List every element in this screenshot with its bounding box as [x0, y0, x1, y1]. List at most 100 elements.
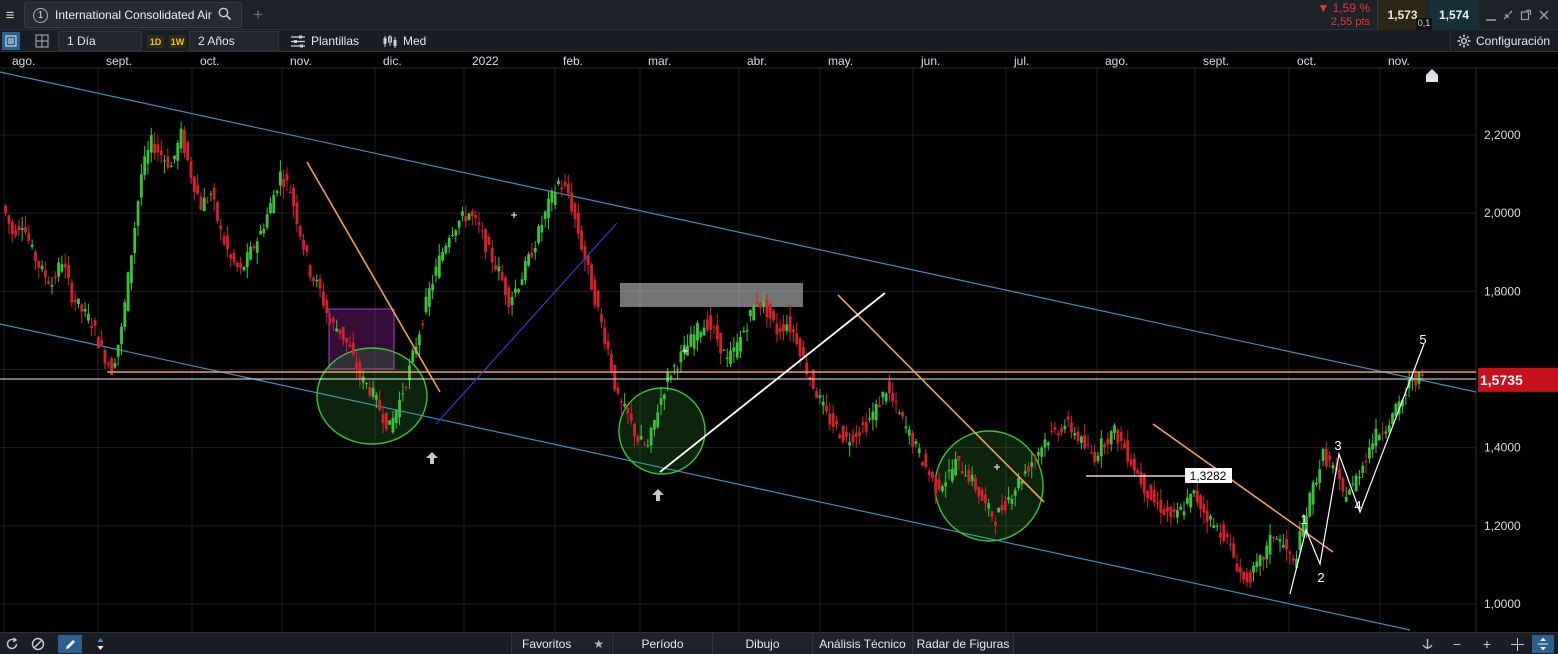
- candle-body: [1209, 516, 1212, 520]
- candle-body: [1384, 431, 1388, 434]
- minimize-icon[interactable]: [1483, 7, 1499, 23]
- buy-price-button[interactable]: 1,574: [1429, 0, 1479, 30]
- candle-body: [613, 365, 617, 390]
- x-tick-label: jun.: [920, 54, 940, 68]
- instrument-tab[interactable]: 1 International Consolidated Air: [24, 2, 242, 28]
- zoom-in-icon[interactable]: +: [1476, 635, 1498, 653]
- price-chart[interactable]: ago. sept. oct. nov. dic. 2022 feb. mar. abr. may…: [0, 52, 1558, 632]
- wave-label: 4: [1354, 498, 1361, 513]
- x-tick-label: mar.: [648, 54, 671, 68]
- candle-body: [993, 521, 997, 526]
- candle-body: [1013, 490, 1017, 496]
- technical-analysis-tab[interactable]: Análisis Técnico: [812, 633, 912, 654]
- popout-icon[interactable]: [1518, 7, 1534, 23]
- candle-body: [96, 336, 100, 349]
- candle-body: [722, 349, 726, 351]
- x-tick-label: sept.: [106, 54, 132, 68]
- zoom-out-icon[interactable]: −: [1446, 635, 1468, 653]
- candle-body: [398, 399, 401, 418]
- pattern-radar-tab[interactable]: Radar de Figuras: [912, 633, 1014, 654]
- candle-body: [911, 433, 915, 447]
- candle-body: [782, 324, 785, 332]
- candle-body: [1232, 543, 1236, 558]
- candle-body: [841, 426, 845, 442]
- pencil-icon[interactable]: [58, 635, 82, 653]
- range-select[interactable]: 2 Años: [189, 31, 279, 51]
- quick-interval-1w[interactable]: 1W: [169, 35, 186, 48]
- candle-body: [1311, 482, 1315, 505]
- candle-body: [1411, 380, 1414, 382]
- refresh-icon[interactable]: [2, 635, 22, 653]
- candle-body: [1080, 436, 1083, 443]
- list-view-icon[interactable]: [2, 32, 20, 50]
- candle-body: [404, 387, 408, 389]
- candle-body: [1268, 534, 1272, 555]
- close-icon[interactable]: [1536, 7, 1552, 23]
- search-icon[interactable]: [218, 7, 232, 24]
- candle-body: [113, 362, 117, 368]
- candle-body: [219, 225, 223, 230]
- interval-select[interactable]: 1 Día: [58, 31, 142, 51]
- x-tick-label: 2022: [472, 54, 499, 68]
- candle-body: [249, 246, 252, 260]
- settings-button[interactable]: Configuración: [1450, 31, 1558, 51]
- candle-body: [676, 369, 679, 371]
- chart-canvas[interactable]: ago. sept. oct. nov. dic. 2022 feb. mar. abr. may…: [0, 52, 1558, 632]
- candle-body: [239, 262, 243, 268]
- candle-body: [1381, 432, 1385, 434]
- candle-body: [1179, 506, 1183, 510]
- candle-body: [858, 432, 862, 436]
- magnet-arrows-icon[interactable]: [88, 635, 112, 653]
- candle-body: [1152, 490, 1156, 503]
- candle-body: [1123, 443, 1126, 449]
- candle-body: [40, 265, 44, 270]
- wave-label: 2: [1317, 570, 1324, 585]
- candle-body: [1053, 427, 1057, 430]
- candle-body: [1285, 538, 1289, 550]
- favorites-label: Favoritos: [522, 637, 572, 651]
- candle-body: [83, 308, 87, 312]
- candle-body: [1056, 433, 1060, 436]
- candle-body: [262, 228, 266, 234]
- candle-body: [179, 128, 183, 149]
- candle-body: [315, 279, 319, 282]
- collapse-icon[interactable]: [1500, 7, 1516, 23]
- candle-body: [437, 255, 441, 278]
- candle-body: [573, 203, 577, 220]
- candle-body: [1281, 544, 1285, 548]
- candle-body: [848, 442, 852, 446]
- candle-body: [318, 278, 322, 289]
- grid-layout-icon[interactable]: [32, 32, 52, 50]
- candle-body: [649, 427, 653, 446]
- candle-body: [497, 266, 501, 272]
- quick-interval-1d[interactable]: 1D: [147, 35, 164, 48]
- crosshair-icon[interactable]: [1506, 635, 1528, 653]
- drawing-tab[interactable]: Dibujo: [712, 633, 812, 654]
- tool-anchor-icon[interactable]: [1416, 635, 1438, 653]
- candle-body: [358, 362, 362, 379]
- favorites-tab[interactable]: Favoritos ★: [511, 633, 611, 654]
- candle-body: [1351, 483, 1355, 485]
- hamburger-menu-icon[interactable]: ≡: [0, 0, 20, 30]
- candle-body: [295, 202, 299, 224]
- period-tab[interactable]: Período: [612, 633, 712, 654]
- candle-body: [302, 239, 305, 250]
- price-type-button[interactable]: Med: [382, 31, 442, 51]
- candle-body: [643, 443, 646, 445]
- y-tick-label: 1,8000: [1484, 284, 1521, 298]
- candle-body: [669, 376, 673, 378]
- templates-button[interactable]: Plantillas: [290, 31, 370, 51]
- no-entry-icon[interactable]: [28, 635, 48, 653]
- zone-rectangle-grey: [620, 283, 803, 307]
- candle-body: [232, 252, 236, 263]
- candle-body: [732, 347, 736, 352]
- add-tab-icon[interactable]: +: [248, 4, 268, 26]
- candle-body: [484, 229, 488, 253]
- vertical-scale-icon[interactable]: [1532, 635, 1554, 653]
- candle-body: [133, 228, 137, 254]
- candle-body: [1235, 563, 1239, 572]
- x-axis-labels: ago. sept. oct. nov. dic. 2022 feb. mar. abr. may…: [12, 54, 1410, 68]
- candle-body: [666, 372, 670, 382]
- candle-body: [451, 234, 454, 236]
- star-icon[interactable]: ★: [593, 637, 604, 651]
